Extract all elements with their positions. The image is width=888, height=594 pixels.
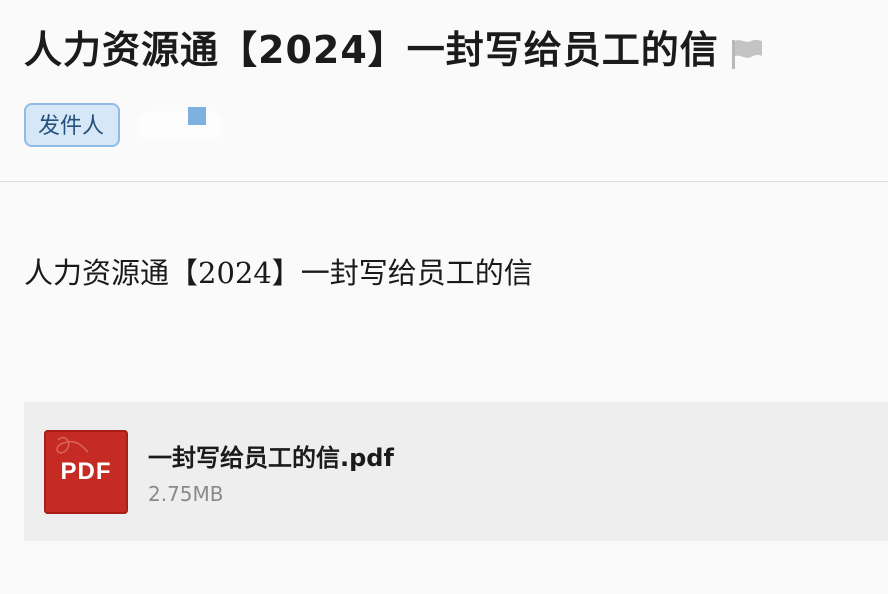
email-subject: 人力资源通【2024】一封写给员工的信 [24, 24, 765, 76]
sender-tag[interactable]: 发件人 [24, 103, 121, 147]
pdf-type-label: PDF [60, 458, 112, 485]
flag-icon[interactable] [729, 32, 765, 69]
header-divider [0, 181, 888, 182]
email-body-text: 人力资源通【2024】一封写给员工的信 [24, 256, 533, 290]
email-subject-text: 人力资源通【2024】一封写给员工的信 [24, 28, 719, 72]
sender-name-redacted [133, 103, 233, 147]
pdf-file-icon: PDF [44, 430, 128, 514]
attachment-card[interactable]: PDF 一封写给员工的信.pdf 2.75MB [24, 402, 888, 541]
redaction-blur [137, 111, 224, 141]
sender-row: 发件人 [24, 103, 233, 149]
sender-avatar-fragment [188, 107, 207, 125]
attachment-file-name[interactable]: 一封写给员工的信.pdf [148, 438, 394, 473]
attachment-file-size: 2.75MB [148, 482, 224, 506]
